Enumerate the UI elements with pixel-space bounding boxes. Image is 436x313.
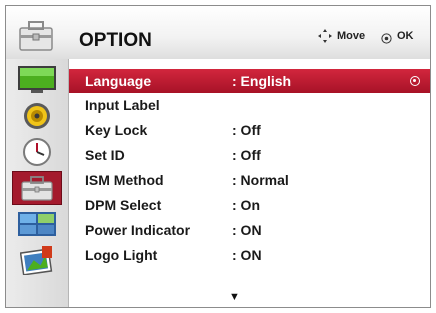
menu-item-label: Input Label bbox=[85, 97, 160, 113]
toolbox-option-icon bbox=[21, 176, 53, 201]
menu-item-label: ISM Method bbox=[85, 172, 164, 188]
category-option[interactable] bbox=[12, 171, 62, 205]
menu-item-label: Set ID bbox=[85, 147, 125, 163]
monitor-picture-icon bbox=[18, 66, 56, 93]
option-list: Language : English Input Label Key Lock … bbox=[69, 59, 430, 307]
page-title: OPTION bbox=[79, 30, 152, 51]
speaker-audio-icon bbox=[24, 103, 50, 129]
category-audio[interactable] bbox=[12, 99, 62, 133]
menu-item-logo-light[interactable]: Logo Light : ON bbox=[69, 243, 430, 267]
menu-item-label: Logo Light bbox=[85, 247, 158, 263]
menu-item-power-indicator[interactable]: Power Indicator : ON bbox=[69, 218, 430, 242]
menu-item-label: Language bbox=[85, 73, 152, 89]
category-time[interactable] bbox=[12, 135, 62, 169]
menu-item-value: : English bbox=[232, 73, 292, 89]
category-sidebar bbox=[6, 59, 69, 307]
menu-item-label: Power Indicator bbox=[85, 222, 191, 238]
menu-item-ism-method[interactable]: ISM Method : Normal bbox=[69, 168, 430, 192]
menu-item-set-id[interactable]: Set ID : Off bbox=[69, 143, 430, 167]
category-media[interactable] bbox=[12, 243, 62, 277]
selected-radio-icon bbox=[410, 76, 420, 86]
ok-hint: OK bbox=[397, 30, 414, 42]
my-media-icon bbox=[20, 246, 53, 275]
menu-item-value: : Normal bbox=[232, 172, 289, 188]
menu-item-label: Key Lock bbox=[85, 122, 148, 138]
move-arrows-icon bbox=[317, 28, 333, 49]
menu-item-language[interactable]: Language : English bbox=[69, 69, 430, 93]
menu-item-key-lock[interactable]: Key Lock : Off bbox=[69, 118, 430, 142]
menu-item-dpm-select[interactable]: DPM Select : On bbox=[69, 193, 430, 217]
scroll-down-indicator[interactable]: ▼ bbox=[229, 291, 240, 303]
menu-item-value: : ON bbox=[232, 247, 262, 263]
ok-button-icon bbox=[381, 31, 392, 49]
menu-item-input-label[interactable]: Input Label bbox=[69, 93, 430, 117]
menu-item-value: : On bbox=[232, 197, 260, 213]
menu-header: OPTION Move OK bbox=[6, 6, 430, 60]
option-menu-window: OPTION Move OK Language: English Input … bbox=[5, 5, 431, 308]
move-hint: Move bbox=[337, 30, 366, 42]
menu-item-value: : Off bbox=[232, 122, 261, 138]
toolbox-icon bbox=[16, 14, 56, 54]
category-multi-screen[interactable] bbox=[12, 207, 62, 241]
multi-screen-icon bbox=[18, 212, 56, 236]
menu-item-value: : Off bbox=[232, 147, 261, 163]
category-picture[interactable] bbox=[12, 63, 62, 97]
menu-item-label: DPM Select bbox=[85, 197, 162, 213]
menu-item-value: : ON bbox=[232, 222, 262, 238]
clock-time-icon bbox=[23, 138, 51, 166]
